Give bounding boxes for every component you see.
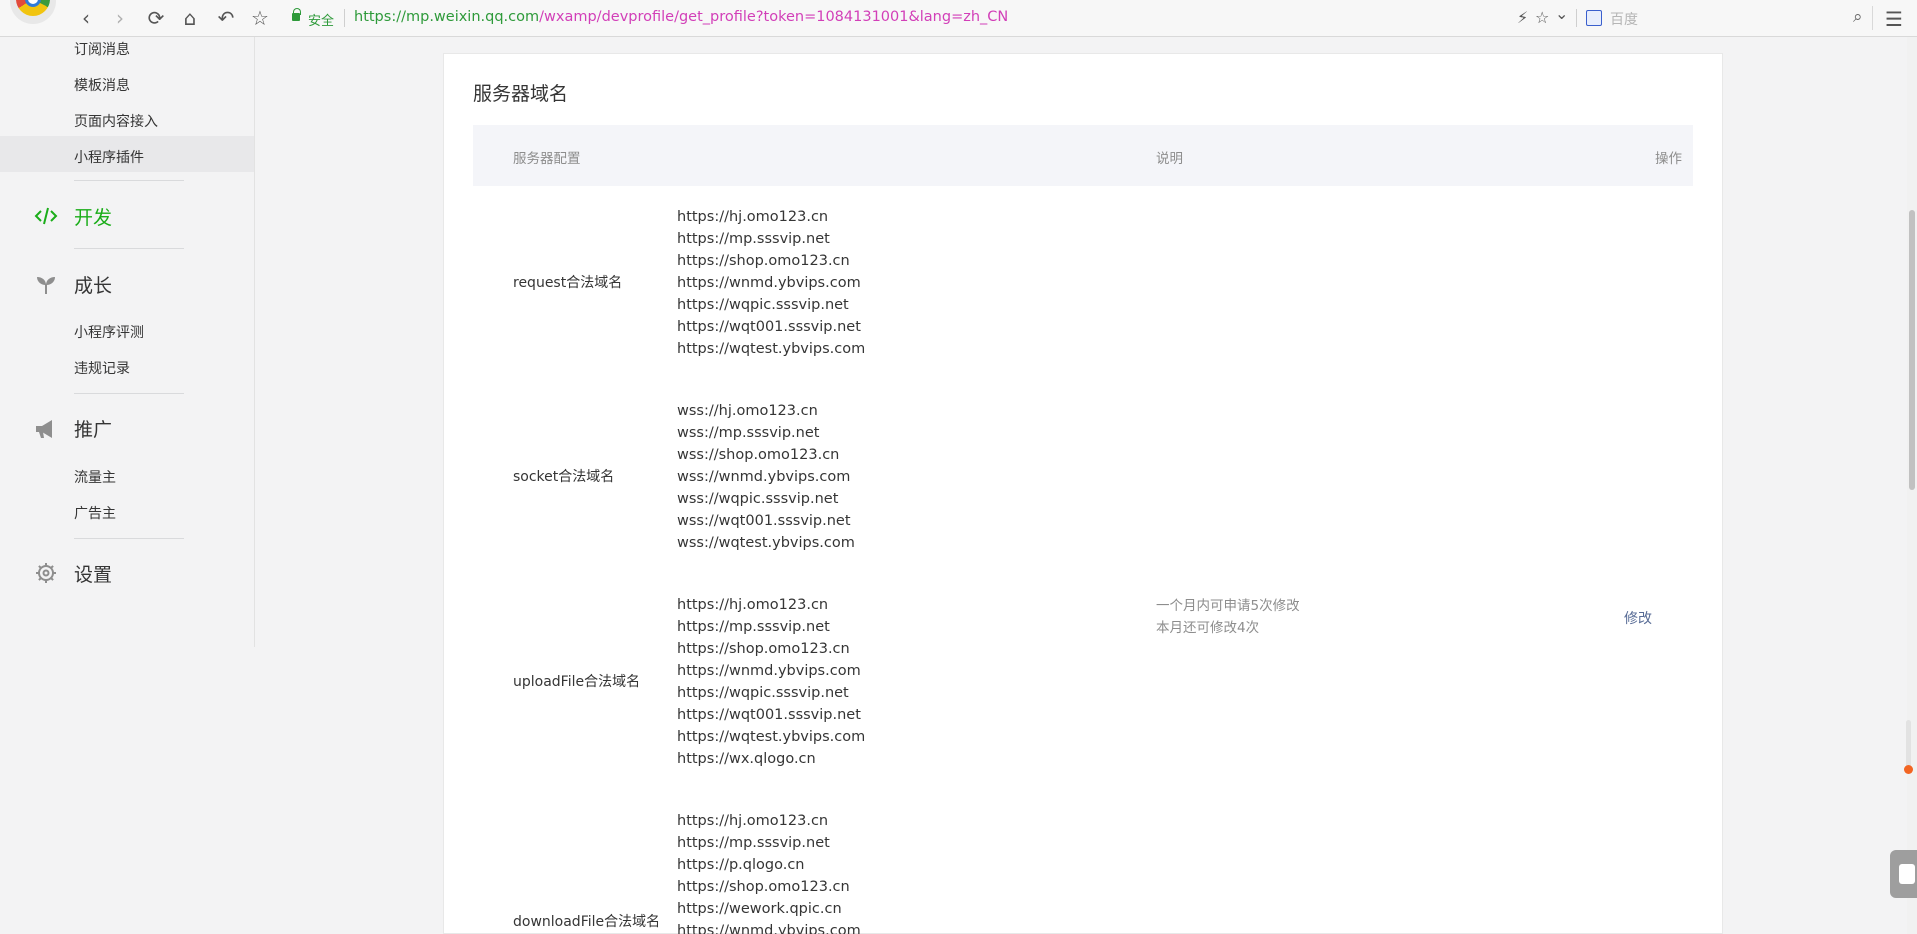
column-header-desc: 说明 bbox=[1156, 151, 1183, 167]
domain-item: https://wqpic.sssvip.net bbox=[677, 297, 849, 313]
sidebar-item-violations[interactable]: 违规记录 bbox=[74, 358, 130, 378]
sidebar: 订阅消息 模板消息 页面内容接入 小程序插件 开发 成长 小程序评测 违规记录 … bbox=[0, 37, 255, 647]
home-icon[interactable]: ⌂ bbox=[178, 6, 202, 30]
domain-item: wss://hj.omo123.cn bbox=[677, 403, 818, 419]
divider bbox=[1576, 9, 1577, 27]
search-icon[interactable]: ⌕ bbox=[1853, 7, 1863, 27]
domain-item: https://mp.sssvip.net bbox=[677, 231, 830, 247]
domain-item: wss://wqpic.sssvip.net bbox=[677, 491, 839, 507]
lightning-icon[interactable]: ⚡ bbox=[1517, 8, 1528, 27]
domain-item: https://wnmd.ybvips.com bbox=[677, 275, 861, 291]
lock-icon bbox=[292, 8, 301, 21]
scrollbar-thumb[interactable] bbox=[1909, 210, 1915, 490]
sidebar-item-evaluation[interactable]: 小程序评测 bbox=[74, 322, 144, 342]
domain-item: https://wnmd.ybvips.com bbox=[677, 663, 861, 679]
favorite-star-icon[interactable]: ☆ bbox=[1535, 8, 1549, 27]
note-line: 本月还可修改4次 bbox=[1156, 620, 1260, 636]
page-title: 服务器域名 bbox=[473, 83, 569, 105]
domain-item: https://wework.qpic.cn bbox=[677, 901, 842, 917]
code-icon bbox=[34, 207, 58, 225]
domain-item: wss://wnmd.ybvips.com bbox=[677, 469, 851, 485]
row-label-request: request合法域名 bbox=[513, 275, 623, 291]
floating-widget-button[interactable] bbox=[1890, 850, 1917, 898]
domain-item: https://hj.omo123.cn bbox=[677, 597, 829, 613]
domain-item: https://shop.omo123.cn bbox=[677, 879, 850, 895]
sidebar-item-subscribe-msg[interactable]: 订阅消息 bbox=[74, 39, 130, 59]
domain-item: https://shop.omo123.cn bbox=[677, 253, 850, 269]
url-host: mp.weixin.qq.com bbox=[405, 9, 540, 25]
browser-logo-icon bbox=[10, 0, 56, 24]
domain-item: https://wqtest.ybvips.com bbox=[677, 341, 866, 357]
url-path: /wxamp/devprofile/get_profile?token=1084… bbox=[539, 9, 1009, 25]
browser-toolbar: ‹ › ⟳ ⌂ ↶ ☆ 安全 https://mp.weixin.qq.com/… bbox=[0, 0, 1917, 37]
divider bbox=[1872, 6, 1873, 30]
domain-item: https://wqt001.sssvip.net bbox=[677, 707, 861, 723]
divider bbox=[74, 180, 184, 181]
domain-list-socket: wss://hj.omo123.cn wss://mp.sssvip.net w… bbox=[677, 400, 855, 554]
back-icon[interactable]: ‹ bbox=[74, 6, 98, 30]
sidebar-item-settings[interactable]: 设置 bbox=[74, 560, 112, 587]
divider bbox=[74, 248, 184, 249]
server-domain-card: 服务器域名 服务器配置 说明 操作 request合法域名 https://hj… bbox=[443, 53, 1723, 934]
domain-item: https://mp.sssvip.net bbox=[677, 619, 830, 635]
search-input[interactable]: 百度 bbox=[1610, 9, 1638, 29]
note-line: 一个月内可申请5次修改 bbox=[1156, 598, 1300, 614]
forward-icon[interactable]: › bbox=[108, 6, 132, 30]
domain-list-request: https://hj.omo123.cn https://mp.sssvip.n… bbox=[677, 206, 865, 360]
divider bbox=[74, 393, 184, 394]
sidebar-item-plugins[interactable]: 小程序插件 bbox=[74, 147, 144, 167]
column-header-action: 操作 bbox=[1655, 151, 1682, 167]
modify-link[interactable]: 修改 bbox=[1624, 608, 1652, 628]
divider bbox=[344, 9, 345, 27]
megaphone-icon bbox=[36, 420, 52, 438]
sprout-icon bbox=[37, 277, 55, 294]
column-header-config: 服务器配置 bbox=[513, 151, 581, 167]
domain-item: https://wqtest.ybvips.com bbox=[677, 729, 866, 745]
reload-icon[interactable]: ⟳ bbox=[144, 6, 168, 30]
secure-label: 安全 bbox=[308, 14, 335, 29]
domain-item: https://wx.qlogo.cn bbox=[677, 751, 816, 767]
table-header: 服务器配置 说明 操作 bbox=[473, 125, 1693, 186]
sidebar-item-page-content[interactable]: 页面内容接入 bbox=[74, 111, 158, 131]
chevron-down-icon[interactable]: ⌄ bbox=[1555, 4, 1568, 23]
sidebar-item-template-msg[interactable]: 模板消息 bbox=[74, 75, 130, 95]
sidebar-item-advertiser[interactable]: 广告主 bbox=[74, 503, 116, 523]
domain-item: https://p.qlogo.cn bbox=[677, 857, 805, 873]
domain-item: wss://wqt001.sssvip.net bbox=[677, 513, 851, 529]
domain-item: https://wqpic.sssvip.net bbox=[677, 685, 849, 701]
domain-item: https://wnmd.ybvips.com bbox=[677, 923, 861, 934]
gear-icon bbox=[36, 563, 56, 583]
domain-item: wss://wqtest.ybvips.com bbox=[677, 535, 855, 551]
baidu-icon bbox=[1586, 10, 1602, 26]
divider bbox=[74, 538, 184, 539]
address-bar[interactable]: https://mp.weixin.qq.com/wxamp/devprofil… bbox=[354, 9, 1008, 25]
modification-note: 一个月内可申请5次修改 本月还可修改4次 bbox=[1156, 595, 1300, 639]
domain-item: https://wqt001.sssvip.net bbox=[677, 319, 861, 335]
sidebar-item-promotion[interactable]: 推广 bbox=[74, 415, 112, 442]
sidebar-item-growth[interactable]: 成长 bbox=[74, 271, 112, 298]
menu-icon[interactable]: ☰ bbox=[1885, 7, 1903, 31]
sidebar-item-traffic-owner[interactable]: 流量主 bbox=[74, 467, 116, 487]
row-label-uploadfile: uploadFile合法域名 bbox=[513, 674, 641, 690]
row-label-socket: socket合法域名 bbox=[513, 469, 615, 485]
domain-list-downloadfile: https://hj.omo123.cn https://mp.sssvip.n… bbox=[677, 810, 861, 934]
domain-item: wss://shop.omo123.cn bbox=[677, 447, 840, 463]
row-label-downloadfile: downloadFile合法域名 bbox=[513, 914, 661, 930]
undo-icon[interactable]: ↶ bbox=[214, 6, 238, 30]
bookmark-star-icon[interactable]: ☆ bbox=[248, 6, 272, 30]
domain-item: https://mp.sssvip.net bbox=[677, 835, 830, 851]
domain-list-uploadfile: https://hj.omo123.cn https://mp.sssvip.n… bbox=[677, 594, 865, 770]
url-scheme: https:// bbox=[354, 9, 406, 25]
domain-item: https://hj.omo123.cn bbox=[677, 813, 829, 829]
thermometer-icon bbox=[1904, 720, 1913, 774]
domain-item: wss://mp.sssvip.net bbox=[677, 425, 820, 441]
sidebar-item-dev[interactable]: 开发 bbox=[74, 203, 112, 230]
domain-item: https://shop.omo123.cn bbox=[677, 641, 850, 657]
domain-item: https://hj.omo123.cn bbox=[677, 209, 829, 225]
